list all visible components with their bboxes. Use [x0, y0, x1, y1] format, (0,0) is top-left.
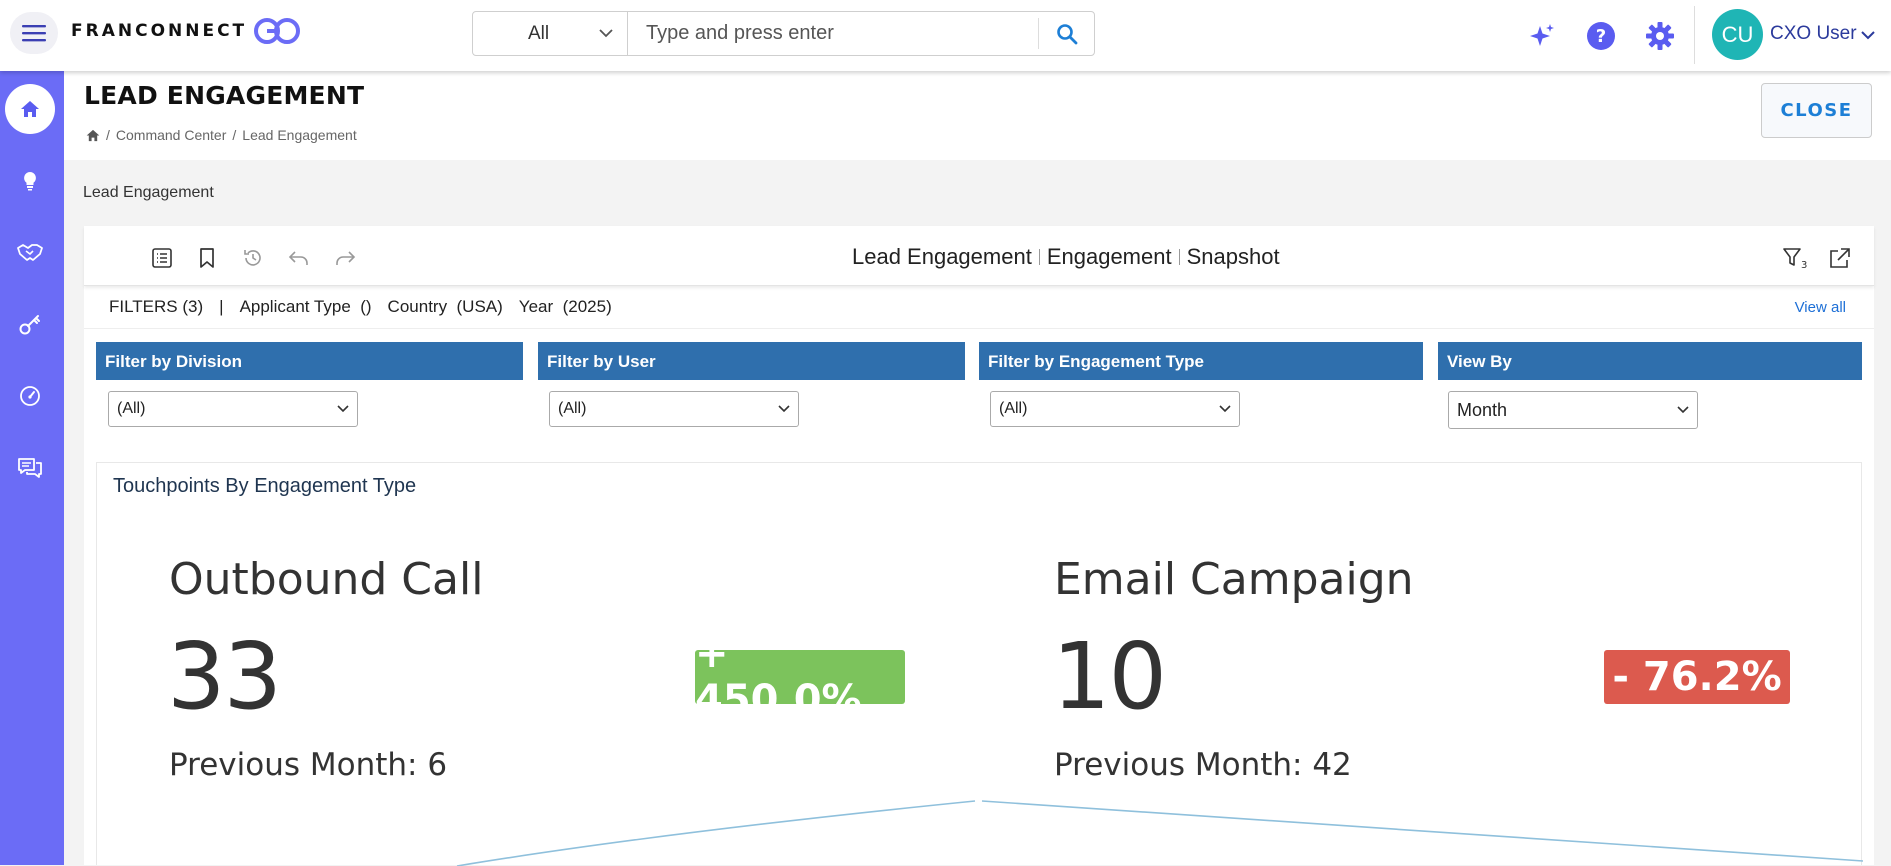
report-card: Lead Engagement Engagement Snapshot 3 FI…: [84, 226, 1874, 866]
breadcrumb-item[interactable]: Command Center: [116, 127, 227, 143]
report-title-part: Lead Engagement: [852, 244, 1032, 269]
sidebar-item-ideas[interactable]: [5, 155, 55, 205]
left-sidebar: [0, 71, 64, 865]
filter-engagement-type-value: (All): [999, 400, 1028, 417]
chevron-down-icon: [1677, 406, 1689, 414]
top-header: FRANCONNECT All ? CU CXO User: [0, 0, 1891, 71]
kpi-name: Email Campaign: [1054, 554, 1414, 605]
breadcrumb: / Command Center / Lead Engagement: [86, 127, 357, 143]
applied-filters-bar: FILTERS (3) | Applicant Type () Country …: [84, 286, 1874, 329]
kpi-previous: Previous Month: 6: [169, 747, 448, 783]
logo-text: FRANCONNECT: [71, 21, 248, 41]
view-all-link[interactable]: View all: [1795, 299, 1846, 316]
filter-engagement-type-header: Filter by Engagement Type: [979, 342, 1423, 380]
page-title: LEAD ENGAGEMENT: [84, 81, 365, 110]
view-by-header: View By: [1438, 342, 1862, 380]
chevron-down-icon: [1219, 405, 1231, 413]
trend-sparkline: [456, 800, 1863, 866]
redo-icon[interactable]: [332, 245, 358, 271]
chevron-down-icon: [778, 405, 790, 413]
go-logo-icon: [254, 18, 301, 44]
home-icon: [21, 101, 39, 117]
gauge-icon: [20, 386, 40, 406]
filter-division-header: Filter by Division: [96, 342, 523, 380]
user-name[interactable]: CXO User: [1770, 23, 1857, 45]
avatar[interactable]: CU: [1712, 9, 1763, 60]
bookmark-icon[interactable]: [194, 245, 220, 271]
lightbulb-icon: [24, 172, 36, 191]
filter-user-header: Filter by User: [538, 342, 965, 380]
panel-title: Touchpoints By Engagement Type: [113, 475, 417, 497]
list-view-icon[interactable]: [149, 245, 175, 271]
handshake-icon: [17, 244, 43, 261]
svg-text:?: ?: [1596, 26, 1606, 47]
ai-sparkle-icon[interactable]: [1526, 20, 1558, 52]
key-icon: [19, 315, 40, 335]
undo-icon[interactable]: [286, 245, 312, 271]
search-scope-value: All: [528, 22, 550, 44]
report-toolbar: Lead Engagement Engagement Snapshot 3: [84, 226, 1874, 286]
report-title-part: Engagement: [1046, 244, 1172, 269]
filter-user-value: (All): [558, 400, 587, 417]
kpi-change-badge: - 76.2%: [1604, 650, 1790, 704]
filter-tag[interactable]: Year (2025): [519, 297, 612, 317]
touchpoints-panel: Touchpoints By Engagement Type Outbound …: [96, 462, 1863, 866]
filter-tag[interactable]: Country (USA): [388, 297, 503, 317]
sidebar-item-access[interactable]: [5, 299, 55, 349]
menu-icon[interactable]: [10, 12, 58, 54]
search-icon: [1056, 23, 1077, 44]
sidebar-item-messages[interactable]: [5, 443, 55, 493]
chevron-down-icon: [337, 405, 349, 413]
filter-count-badge: 3: [1801, 260, 1807, 270]
kpi-change-badge: + 450.0%: [695, 631, 905, 723]
report-title: Lead Engagement Engagement Snapshot: [852, 244, 1280, 270]
view-by-select[interactable]: Month: [1448, 391, 1698, 429]
home-icon[interactable]: [86, 129, 100, 142]
global-search: All: [472, 11, 1095, 56]
search-input[interactable]: [628, 12, 1038, 55]
page-header: LEAD ENGAGEMENT / Command Center / Lead …: [64, 71, 1891, 160]
filters-summary[interactable]: FILTERS (3): [109, 297, 203, 317]
history-icon[interactable]: [240, 245, 266, 271]
breadcrumb-item: Lead Engagement: [242, 127, 357, 143]
filter-tag[interactable]: Applicant Type (): [240, 297, 372, 317]
search-scope-select[interactable]: All: [473, 12, 628, 55]
settings-gear-icon[interactable]: [1644, 20, 1676, 52]
filters-separator: |: [219, 297, 224, 316]
chevron-down-icon[interactable]: [1860, 30, 1876, 40]
sidebar-item-home[interactable]: [5, 84, 55, 134]
chat-icon: [18, 458, 42, 478]
header-divider: [1694, 6, 1695, 64]
franconnect-logo[interactable]: FRANCONNECT: [71, 14, 301, 48]
kpi-value: 10: [1052, 623, 1167, 730]
sidebar-item-dashboard[interactable]: [5, 371, 55, 421]
share-export-icon[interactable]: [1827, 245, 1853, 271]
section-label: Lead Engagement: [83, 184, 214, 201]
search-button[interactable]: [1038, 18, 1094, 49]
chevron-down-icon: [599, 29, 613, 38]
view-by-value: Month: [1457, 399, 1508, 420]
sidebar-item-deals[interactable]: [5, 227, 55, 277]
filter-engagement-type-select[interactable]: (All): [990, 391, 1240, 427]
filter-division-select[interactable]: (All): [108, 391, 358, 427]
filter-user-select[interactable]: (All): [549, 391, 799, 427]
kpi-name: Outbound Call: [169, 554, 484, 605]
help-icon[interactable]: ?: [1585, 20, 1617, 52]
filter-division-value: (All): [117, 400, 146, 417]
kpi-value: 33: [167, 623, 282, 730]
filter-icon[interactable]: 3: [1782, 245, 1808, 271]
report-title-part: Snapshot: [1186, 244, 1280, 269]
close-button[interactable]: CLOSE: [1761, 83, 1872, 138]
kpi-previous: Previous Month: 42: [1054, 747, 1352, 783]
